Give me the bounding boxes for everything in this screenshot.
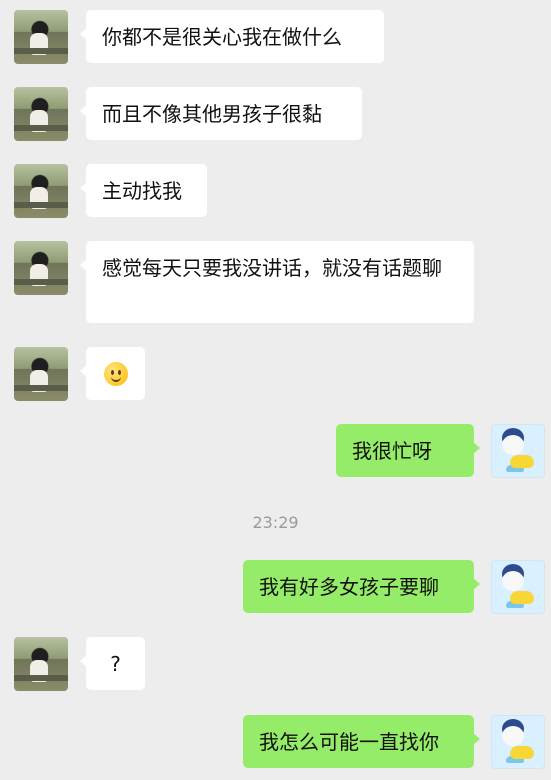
contact-avatar[interactable] <box>14 347 68 401</box>
incoming-message[interactable]: 你都不是很关心我在做什么 <box>80 10 384 63</box>
incoming-message[interactable]: 感觉每天只要我没讲话，就没有话题聊 <box>80 241 474 323</box>
contact-avatar[interactable] <box>14 164 68 218</box>
incoming-emoji-message[interactable] <box>80 347 145 400</box>
user-avatar[interactable] <box>491 715 545 769</box>
user-avatar[interactable] <box>491 424 545 478</box>
message-text: 感觉每天只要我没讲话，就没有话题聊 <box>102 256 442 280</box>
outgoing-message[interactable]: 我怎么可能一直找你 <box>243 715 480 768</box>
contact-avatar[interactable] <box>14 637 68 691</box>
contact-avatar[interactable] <box>14 10 68 64</box>
contact-avatar[interactable] <box>14 87 68 141</box>
timestamp: 23:29 <box>252 513 299 532</box>
message-text: 我很忙呀 <box>352 439 432 463</box>
message-text: 我有好多女孩子要聊 <box>259 575 439 599</box>
chat-conversation: 你都不是很关心我在做什么 而且不像其他男孩子很黏 主动找我 感觉每天只要我没讲话… <box>0 0 551 780</box>
contact-avatar[interactable] <box>14 241 68 295</box>
outgoing-message[interactable]: 我很忙呀 <box>336 424 480 477</box>
smiling-face-icon <box>103 361 128 386</box>
message-text: 你都不是很关心我在做什么 <box>102 25 342 49</box>
user-avatar[interactable] <box>491 560 545 614</box>
message-text: 主动找我 <box>102 179 182 203</box>
message-text: 我怎么可能一直找你 <box>259 730 439 754</box>
outgoing-message[interactable]: 我有好多女孩子要聊 <box>243 560 480 613</box>
message-text: ? <box>110 652 121 676</box>
incoming-message[interactable]: 主动找我 <box>80 164 207 217</box>
incoming-message[interactable]: 而且不像其他男孩子很黏 <box>80 87 362 140</box>
message-text: 而且不像其他男孩子很黏 <box>102 102 322 126</box>
incoming-message[interactable]: ? <box>80 637 145 690</box>
